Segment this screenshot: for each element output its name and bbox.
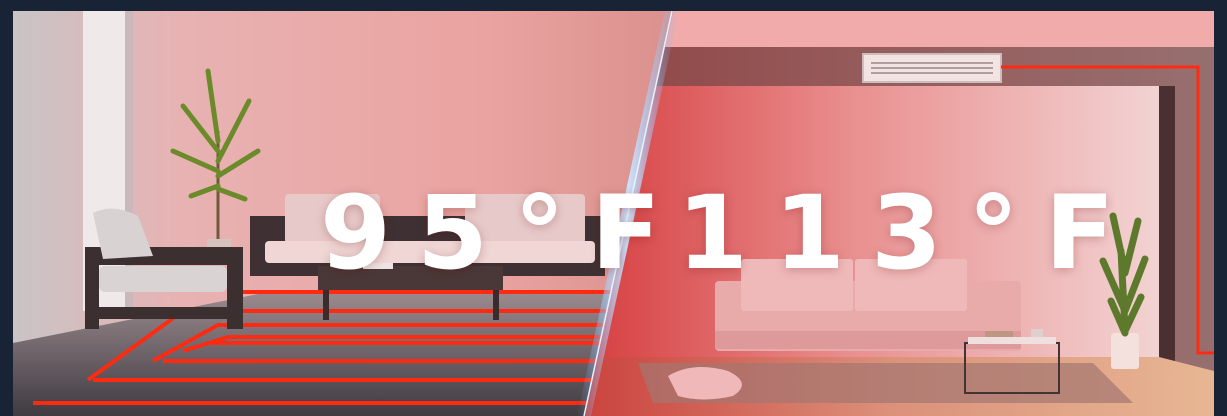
image-frame: 95°F 113°F bbox=[0, 0, 1227, 416]
floor-heating-temperature-label: 95°F bbox=[320, 174, 687, 293]
room-comparison-photo: 95°F 113°F bbox=[13, 11, 1214, 416]
air-heating-temperature-label: 113°F bbox=[677, 174, 1141, 293]
